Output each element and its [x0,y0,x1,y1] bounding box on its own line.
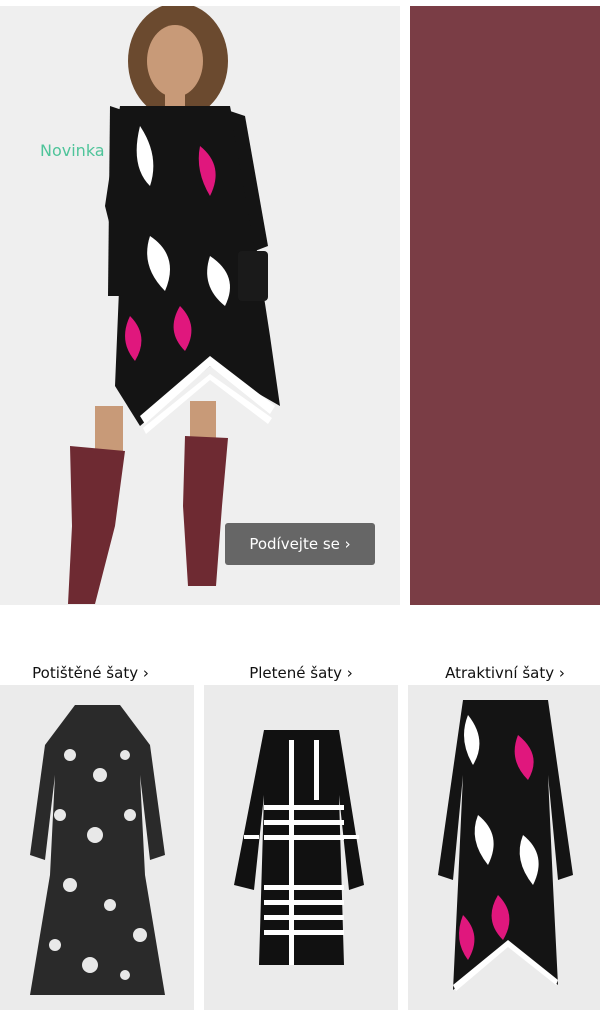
product-card-printed-dress[interactable] [0,685,194,1010]
model-illustration [0,6,400,605]
product-card-attractive-dress[interactable] [408,685,600,1010]
attractive-dress-image [408,685,600,1010]
category-link-attractive-dresses[interactable]: Atraktivní šaty › [408,664,600,682]
product-card-knit-dress[interactable] [204,685,398,1010]
new-badge: Novinka [40,141,105,160]
printed-dress-image [0,685,194,1010]
knit-dress-image [204,685,398,1010]
view-more-button[interactable]: Podívejte se › [225,523,375,565]
category-link-knit-dresses[interactable]: Pletené šaty › [204,664,398,682]
hero-image[interactable]: Novinka Podívejte se › [0,6,400,605]
color-swatch-panel[interactable] [410,6,600,605]
category-link-printed-dresses[interactable]: Potištěné šaty › [0,664,181,682]
